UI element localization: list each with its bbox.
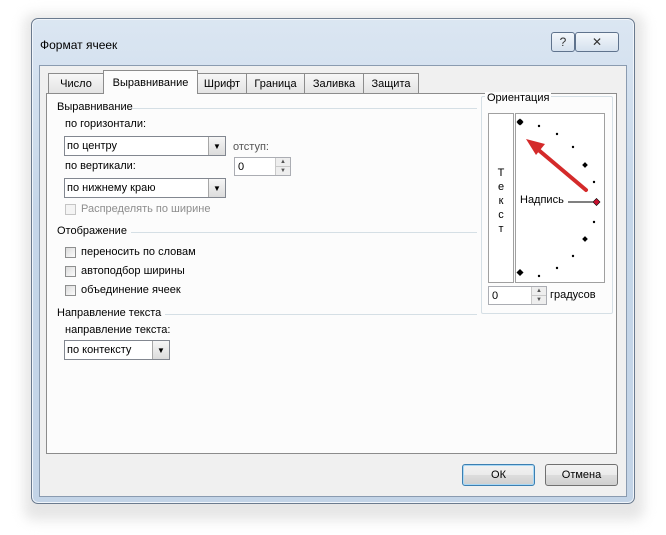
spin-up-icon[interactable]: ▲: [275, 158, 290, 167]
degrees-stepper[interactable]: 0 ▲ ▼: [488, 286, 547, 305]
wrap-text-label: переносить по словам: [81, 246, 196, 258]
tab-protection[interactable]: Защита: [363, 73, 419, 93]
ok-button[interactable]: ОК: [462, 464, 535, 486]
vertical-label: по вертикали:: [65, 160, 136, 172]
horizontal-label: по горизонтали:: [65, 118, 147, 130]
text-direction-combo[interactable]: по контексту ▼: [64, 340, 170, 360]
close-button[interactable]: ✕: [575, 32, 619, 52]
vertical-text-letter: т: [498, 223, 504, 235]
shrink-to-fit-label: автоподбор ширины: [81, 265, 185, 277]
degrees-label: градусов: [550, 289, 596, 301]
section-divider: [132, 108, 477, 109]
section-divider: [131, 232, 477, 233]
horizontal-combo[interactable]: по центру ▼: [64, 136, 226, 156]
distributed-checkbox[interactable]: [65, 204, 76, 215]
merge-cells-checkbox[interactable]: [65, 285, 76, 296]
degrees-value: 0: [492, 290, 499, 302]
wrap-text-checkbox[interactable]: [65, 247, 76, 258]
spin-down-icon[interactable]: ▼: [531, 296, 546, 304]
spin-down-icon[interactable]: ▼: [275, 167, 290, 175]
tab-alignment[interactable]: Выравнивание: [103, 70, 198, 94]
vertical-text-letter: е: [497, 181, 505, 193]
dial-label: Надпись: [520, 194, 564, 206]
tab-number[interactable]: Число: [48, 73, 104, 93]
format-cells-dialog: Формат ячеек ? ✕ Число Выравнивание Шриф…: [31, 18, 635, 504]
alignment-panel: Выравнивание по горизонтали: по центру ▼…: [46, 92, 617, 454]
shrink-to-fit-checkbox[interactable]: [65, 266, 76, 277]
text-direction-value: по контексту: [67, 344, 132, 356]
help-button[interactable]: ?: [551, 32, 575, 52]
horizontal-value: по центру: [67, 140, 118, 152]
indent-label: отступ:: [233, 141, 269, 153]
orientation-section-title: Ориентация: [485, 92, 552, 104]
dial-marker: [592, 198, 601, 206]
vertical-text: Т е к с т: [489, 166, 513, 236]
chevron-down-icon[interactable]: ▼: [208, 179, 225, 197]
vertical-text-letter: Т: [497, 167, 505, 179]
tab-fill[interactable]: Заливка: [304, 73, 364, 93]
dialog-client-area: Число Выравнивание Шрифт Граница Заливка…: [39, 65, 627, 497]
chevron-down-icon[interactable]: ▼: [208, 137, 225, 155]
vertical-text-letter: с: [498, 209, 504, 221]
distributed-label: Распределять по ширине: [81, 203, 211, 215]
cancel-button[interactable]: Отмена: [545, 464, 618, 486]
indent-value: 0: [238, 161, 245, 173]
text-direction-label: направление текста:: [65, 324, 171, 336]
vertical-combo[interactable]: по нижнему краю ▼: [64, 178, 226, 198]
tab-font[interactable]: Шрифт: [197, 73, 247, 93]
display-section-title: Отображение: [57, 225, 127, 237]
text-direction-section-title: Направление текста: [57, 307, 162, 319]
chevron-down-icon[interactable]: ▼: [152, 341, 169, 359]
merge-cells-label: объединение ячеек: [81, 284, 181, 296]
alignment-section-title: Выравнивание: [57, 101, 133, 113]
vertical-text-letter: к: [498, 195, 504, 207]
window-title: Формат ячеек: [40, 38, 118, 52]
vertical-text-box[interactable]: Т е к с т: [488, 113, 514, 283]
tab-border[interactable]: Граница: [246, 73, 305, 93]
section-divider: [165, 314, 477, 315]
vertical-value: по нижнему краю: [67, 182, 156, 194]
indent-stepper[interactable]: 0 ▲ ▼: [234, 157, 291, 176]
spin-up-icon[interactable]: ▲: [531, 287, 546, 296]
orientation-dial[interactable]: Надпись: [515, 113, 605, 283]
